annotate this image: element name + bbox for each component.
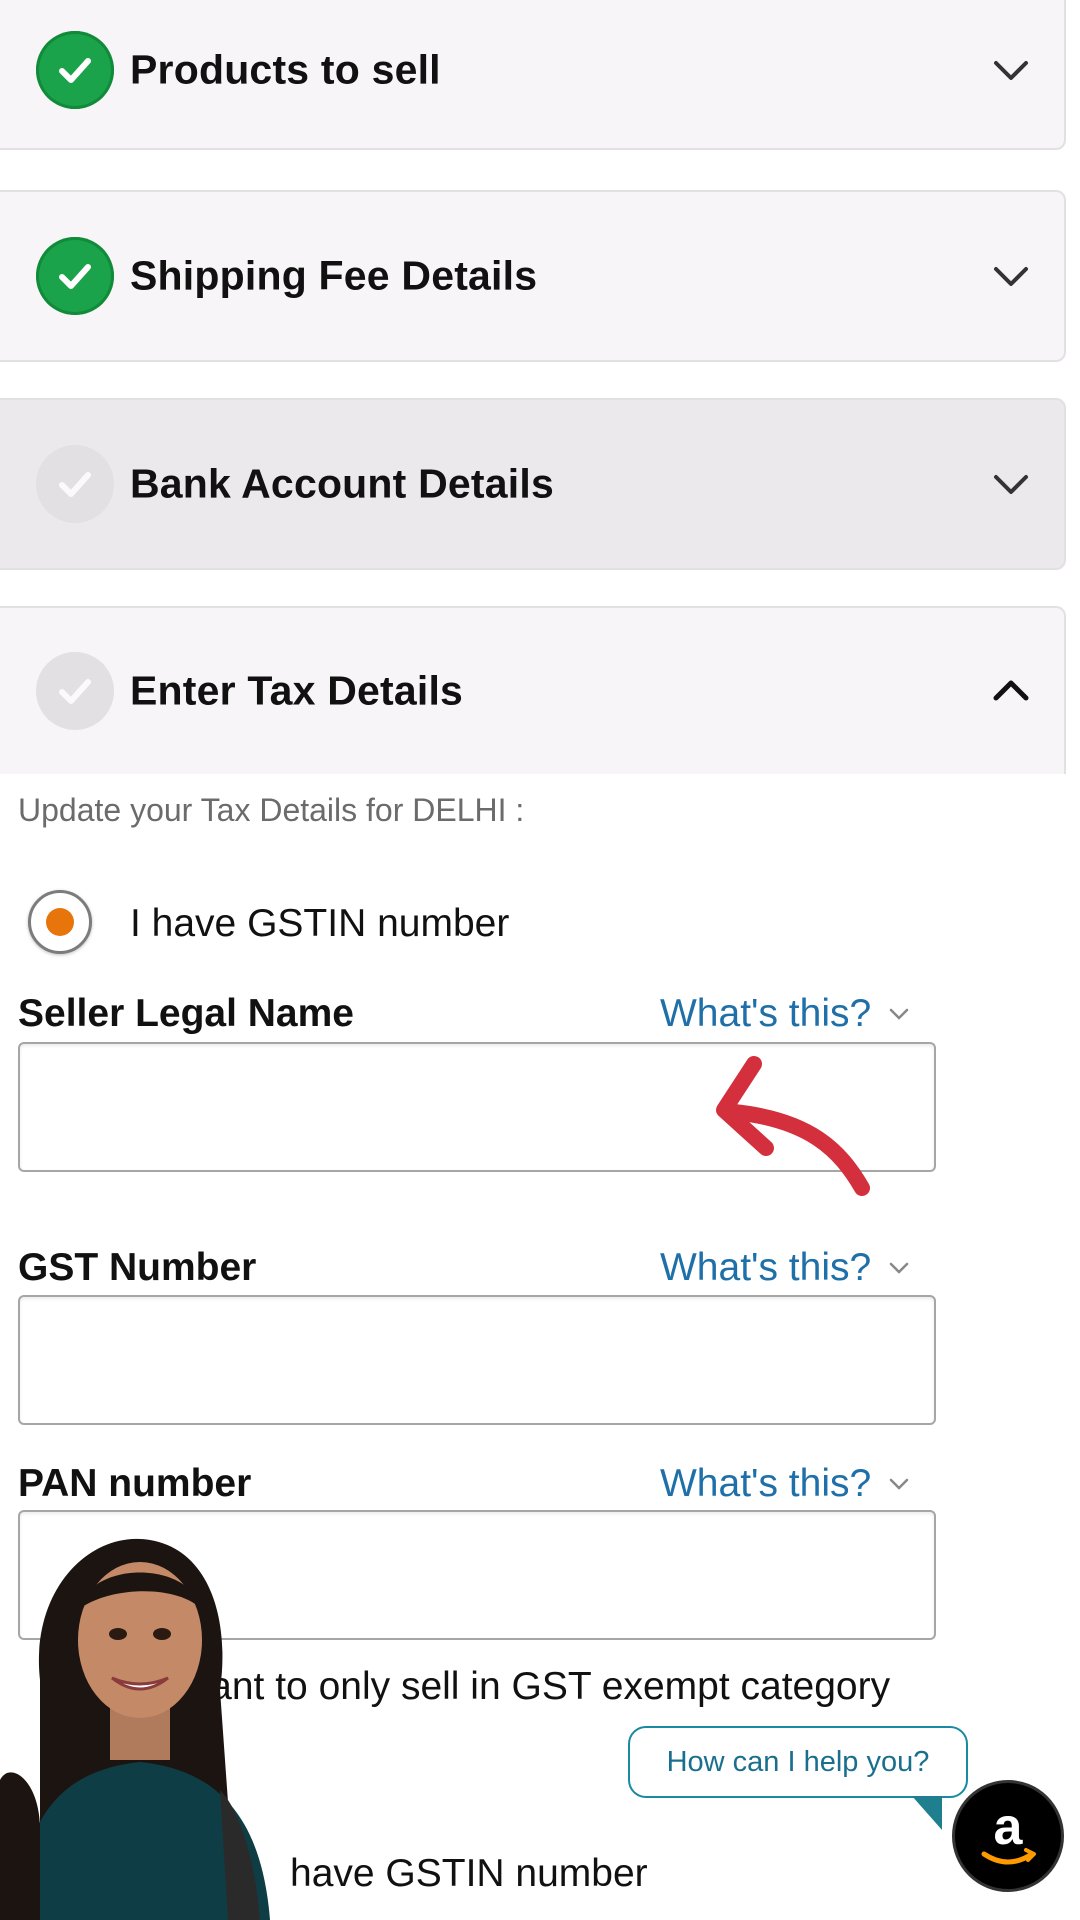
section-title: Bank Account Details	[130, 460, 554, 507]
svg-text:a: a	[994, 1798, 1024, 1856]
chevron-down-icon[interactable]	[988, 461, 1034, 507]
section-title: Shipping Fee Details	[130, 252, 538, 299]
check-circle-outline-icon	[36, 445, 114, 523]
pan-number-help-link[interactable]: What's this?	[660, 1462, 911, 1506]
help-link-text[interactable]: What's this?	[660, 1246, 871, 1290]
chevron-down-icon	[889, 1262, 909, 1274]
red-curved-arrow-annotation	[716, 1056, 870, 1196]
section-products-to-sell[interactable]: Products to sell	[0, 0, 1066, 150]
chevron-down-icon	[889, 1478, 909, 1490]
chat-bubble-tail	[912, 1796, 942, 1830]
gstin-radio-label[interactable]: I have GSTIN number	[130, 902, 509, 946]
gst-number-help-link[interactable]: What's this?	[660, 1246, 911, 1290]
section-title: Products to sell	[130, 46, 441, 93]
amazon-chat-button[interactable]: a	[952, 1780, 1064, 1892]
check-circle-outline-icon	[36, 652, 114, 730]
gst-number-input[interactable]	[18, 1295, 936, 1425]
no-gstin-option-label[interactable]: have GSTIN number	[290, 1852, 648, 1896]
check-circle-icon	[36, 237, 114, 315]
presenter-video-overlay	[0, 1538, 270, 1920]
gstin-radio-button[interactable]	[28, 890, 92, 954]
tax-details-subtitle: Update your Tax Details for DELHI :	[18, 792, 525, 828]
chevron-down-icon[interactable]	[988, 47, 1034, 93]
section-bank-account-details[interactable]: Bank Account Details	[0, 398, 1066, 570]
seller-registration-page: Products to sell Shipping Fee Details Ba…	[0, 0, 1080, 1920]
radio-selected-dot	[46, 908, 74, 936]
section-title: Enter Tax Details	[130, 667, 464, 714]
chat-help-bubble[interactable]: How can I help you?	[628, 1726, 968, 1798]
chevron-up-icon[interactable]	[988, 668, 1034, 714]
section-enter-tax-details[interactable]: Enter Tax Details	[0, 606, 1066, 774]
seller-legal-name-label: Seller Legal Name	[18, 992, 354, 1035]
chevron-down-icon[interactable]	[988, 253, 1034, 299]
amazon-logo-icon: a	[981, 1798, 1036, 1865]
gst-number-label: GST Number	[18, 1246, 257, 1289]
chevron-down-icon	[889, 1008, 909, 1020]
section-shipping-fee-details[interactable]: Shipping Fee Details	[0, 190, 1066, 362]
help-link-text[interactable]: What's this?	[660, 992, 871, 1036]
help-link-text[interactable]: What's this?	[660, 1462, 871, 1506]
seller-legal-name-help-link[interactable]: What's this?	[660, 992, 911, 1036]
check-circle-icon	[36, 31, 114, 109]
pan-number-label: PAN number	[18, 1462, 252, 1505]
